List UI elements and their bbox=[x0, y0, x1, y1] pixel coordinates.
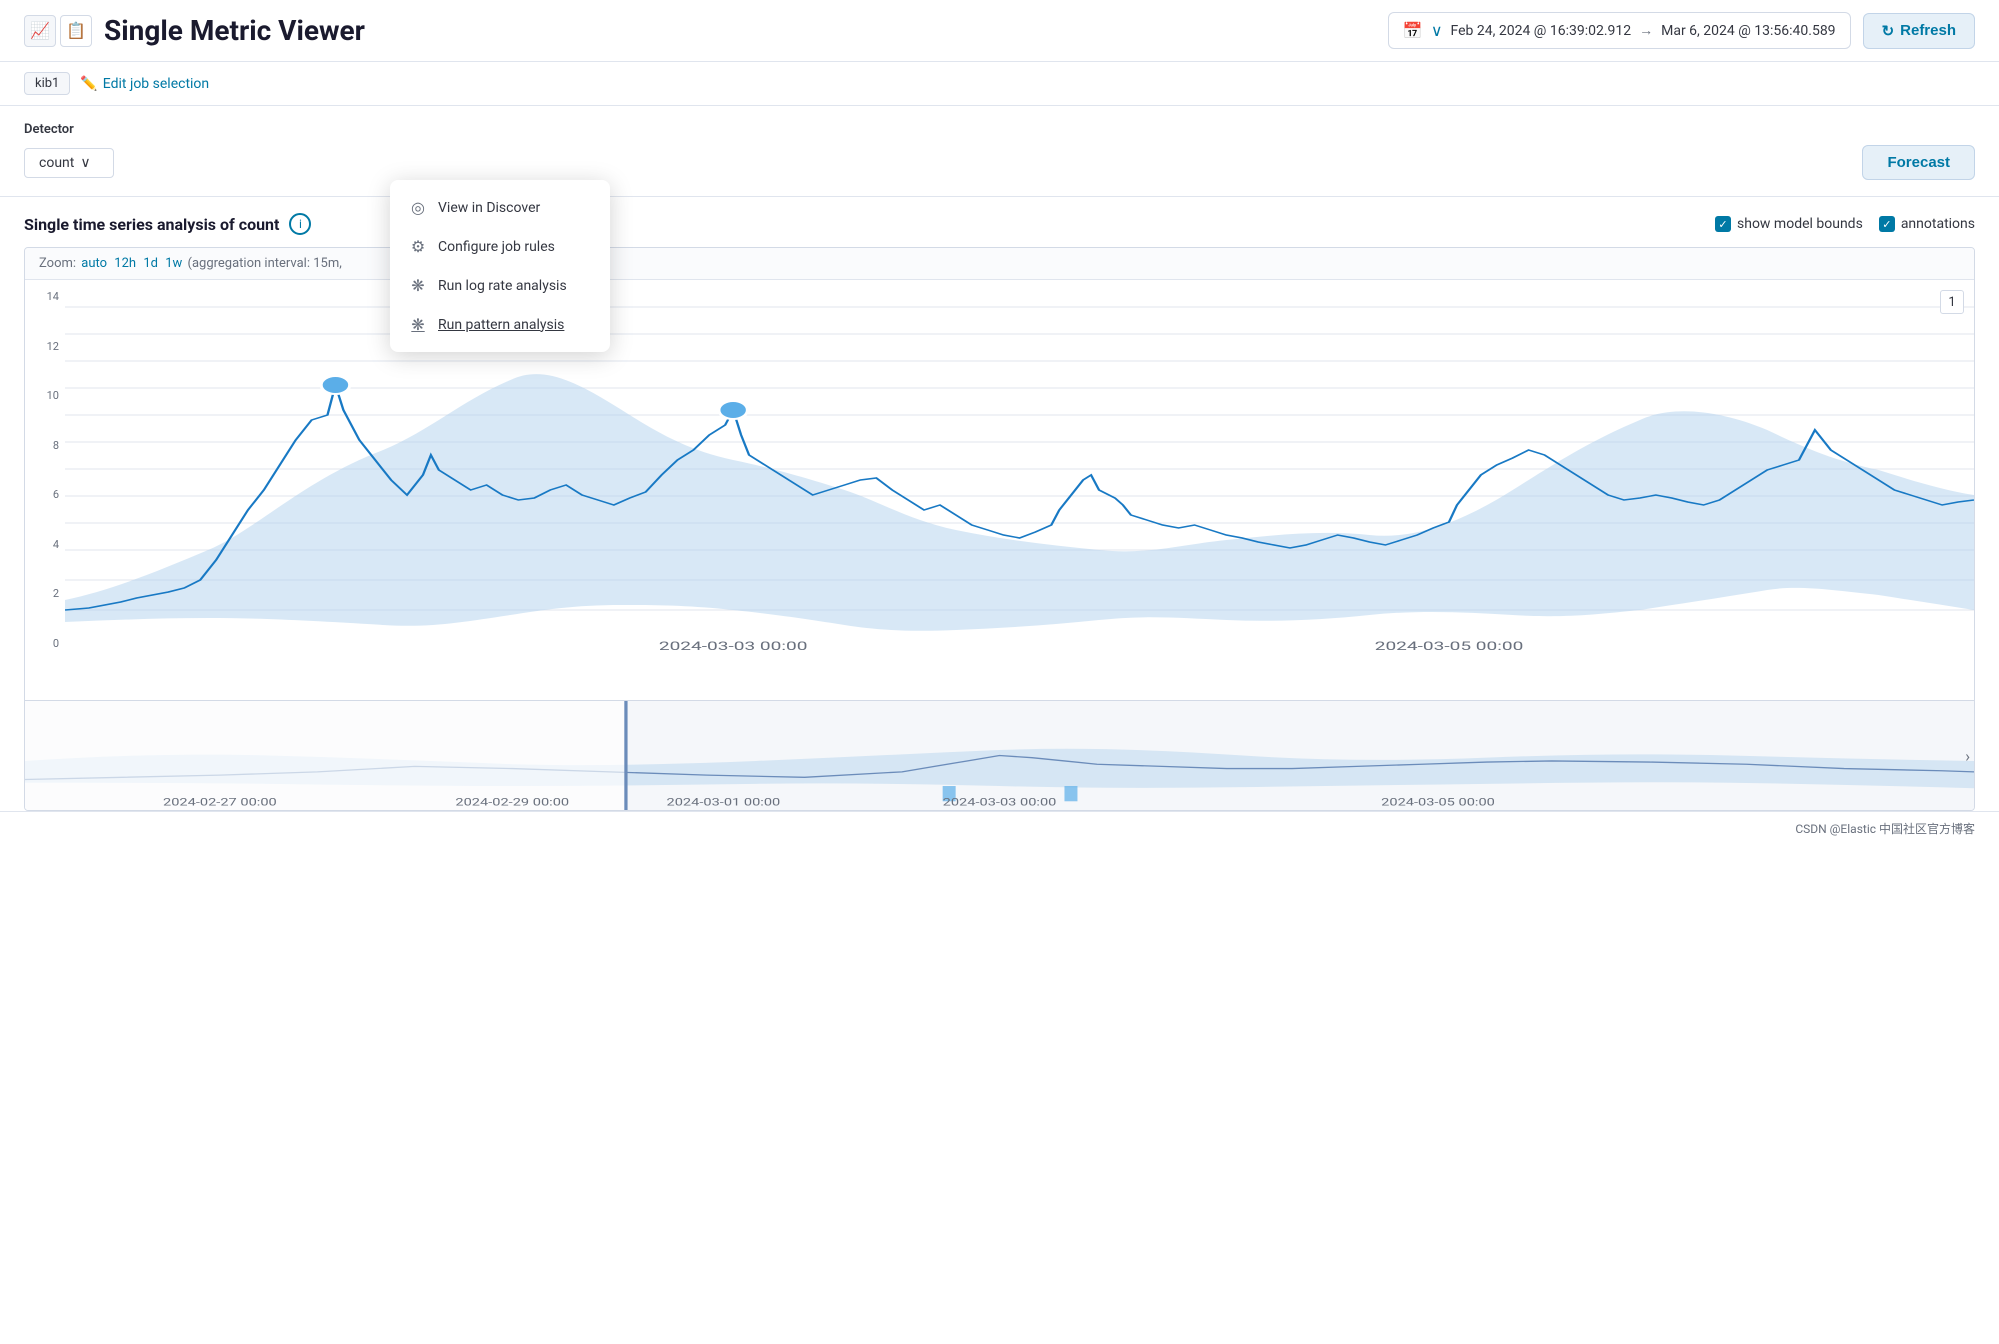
date-arrow: → bbox=[1639, 22, 1653, 39]
y-label-0: 0 bbox=[31, 637, 59, 650]
minimap-scroll-right[interactable]: › bbox=[1965, 746, 1970, 765]
show-model-bounds-label: show model bounds bbox=[1737, 216, 1863, 232]
svg-text:2024-02-29 00:00: 2024-02-29 00:00 bbox=[455, 797, 569, 809]
controls-bar: Detector count ∨ Forecast bbox=[0, 106, 1999, 197]
breadcrumb-bar: kib1 ✏️ Edit job selection bbox=[0, 62, 1999, 106]
context-menu-label-configure-rules: Configure job rules bbox=[438, 239, 555, 255]
info-icon[interactable]: i bbox=[289, 213, 311, 235]
y-axis: 14 12 10 8 6 4 2 0 bbox=[25, 280, 65, 660]
svg-text:2024-03-05 00:00: 2024-03-05 00:00 bbox=[1381, 797, 1495, 809]
context-menu-label-view-discover: View in Discover bbox=[438, 200, 540, 216]
pattern-icon: ❋ bbox=[408, 315, 428, 334]
analysis-section: Single time series analysis of count i ✓… bbox=[0, 197, 1999, 235]
svg-text:2024-02-27 00:00: 2024-02-27 00:00 bbox=[163, 797, 277, 809]
calendar-icon: 📅 bbox=[1403, 21, 1423, 40]
context-menu-item-log-rate[interactable]: ❋ Run log rate analysis bbox=[390, 266, 610, 305]
zoom-auto[interactable]: auto bbox=[81, 256, 107, 271]
refresh-icon: ↻ bbox=[1882, 22, 1895, 40]
chart-controls: ✓ show model bounds ✓ annotations bbox=[1715, 216, 1975, 232]
anomaly-badge: 1 bbox=[1940, 290, 1964, 314]
controls-row: count ∨ Forecast bbox=[24, 145, 1975, 180]
edit-job-selection[interactable]: ✏️ Edit job selection bbox=[80, 76, 209, 92]
header: 📈 📋 Single Metric Viewer 📅 ∨ Feb 24, 202… bbox=[0, 0, 1999, 62]
zoom-suffix: (aggregation interval: 15m, bbox=[188, 256, 342, 271]
analysis-title: Single time series analysis of count bbox=[24, 215, 279, 234]
configure-rules-icon: ⚙ bbox=[408, 237, 428, 256]
minimap-svg: 2024-02-27 00:00 2024-02-29 00:00 2024-0… bbox=[25, 701, 1974, 810]
kib-badge[interactable]: kib1 bbox=[24, 72, 70, 95]
context-menu-item-pattern[interactable]: ❋ Run pattern analysis bbox=[390, 305, 610, 344]
zoom-links[interactable]: auto 12h 1d 1w bbox=[79, 256, 187, 271]
forecast-button[interactable]: Forecast bbox=[1862, 145, 1975, 180]
main-chart: 14 12 10 8 6 4 2 0 bbox=[25, 280, 1974, 700]
show-model-bounds-checkbox[interactable]: ✓ show model bounds bbox=[1715, 216, 1863, 232]
svg-text:2024-03-03 00:00: 2024-03-03 00:00 bbox=[943, 797, 1057, 809]
x-axis bbox=[65, 660, 1974, 700]
y-label-6: 6 bbox=[31, 488, 59, 501]
svg-text:2024-03-01 00:00: 2024-03-01 00:00 bbox=[667, 797, 781, 809]
context-menu: ◎ View in Discover ⚙ Configure job rules… bbox=[390, 180, 610, 352]
zoom-1d[interactable]: 1d bbox=[143, 256, 158, 271]
header-left: 📈 📋 Single Metric Viewer bbox=[24, 14, 365, 47]
main-chart-svg: 2024-03-03 00:00 2024-03-05 00:00 bbox=[65, 280, 1974, 660]
show-model-bounds-check: ✓ bbox=[1715, 216, 1731, 232]
detector-label: Detector bbox=[24, 122, 1975, 137]
date-range-picker[interactable]: 📅 ∨ Feb 24, 2024 @ 16:39:02.912 → Mar 6,… bbox=[1388, 12, 1851, 49]
refresh-button[interactable]: ↻ Refresh bbox=[1863, 13, 1975, 49]
annotations-checkmark-icon: ✓ bbox=[1882, 218, 1891, 231]
minimap-area[interactable]: 2024-02-27 00:00 2024-02-29 00:00 2024-0… bbox=[25, 700, 1974, 810]
count-value: count bbox=[39, 155, 74, 171]
date-from: Feb 24, 2024 @ 16:39:02.912 bbox=[1451, 23, 1632, 39]
annotations-checkbox[interactable]: ✓ annotations bbox=[1879, 216, 1975, 232]
table-view-icon[interactable]: 📋 bbox=[60, 15, 92, 47]
header-right: 📅 ∨ Feb 24, 2024 @ 16:39:02.912 → Mar 6,… bbox=[1388, 12, 1975, 49]
annotations-check: ✓ bbox=[1879, 216, 1895, 232]
view-discover-icon: ◎ bbox=[408, 198, 428, 217]
count-chevron-icon: ∨ bbox=[80, 155, 90, 171]
header-icons: 📈 📋 bbox=[24, 15, 92, 47]
svg-text:2024-03-03 00:00: 2024-03-03 00:00 bbox=[659, 639, 808, 653]
chart-view-icon[interactable]: 📈 bbox=[24, 15, 56, 47]
context-menu-item-configure-rules[interactable]: ⚙ Configure job rules bbox=[390, 227, 610, 266]
chart-zoom: Zoom: auto 12h 1d 1w (aggregation interv… bbox=[25, 248, 1974, 280]
footer-text: CSDN @Elastic 中国社区官方博客 bbox=[1795, 822, 1975, 836]
date-to: Mar 6, 2024 @ 13:56:40.589 bbox=[1661, 23, 1835, 39]
edit-job-label: Edit job selection bbox=[103, 76, 209, 92]
refresh-label: Refresh bbox=[1900, 22, 1956, 39]
count-detector-select[interactable]: count ∨ bbox=[24, 148, 114, 178]
context-menu-label-pattern: Run pattern analysis bbox=[438, 317, 564, 333]
page-title: Single Metric Viewer bbox=[104, 14, 365, 47]
zoom-12h[interactable]: 12h bbox=[114, 256, 136, 271]
footer: CSDN @Elastic 中国社区官方博客 bbox=[0, 811, 1999, 845]
edit-icon: ✏️ bbox=[80, 76, 97, 92]
context-menu-item-view-discover[interactable]: ◎ View in Discover bbox=[390, 188, 610, 227]
annotations-label: annotations bbox=[1901, 216, 1975, 232]
y-label-10: 10 bbox=[31, 389, 59, 402]
chart-area: Zoom: auto 12h 1d 1w (aggregation interv… bbox=[24, 247, 1975, 811]
zoom-label: Zoom: bbox=[39, 256, 76, 271]
chart-inner: 2024-03-03 00:00 2024-03-05 00:00 1 bbox=[65, 280, 1974, 660]
y-label-8: 8 bbox=[31, 439, 59, 452]
context-menu-label-log-rate: Run log rate analysis bbox=[438, 278, 567, 294]
zoom-1w[interactable]: 1w bbox=[165, 256, 182, 271]
date-dropdown-icon: ∨ bbox=[1431, 21, 1443, 40]
svg-text:2024-03-05 00:00: 2024-03-05 00:00 bbox=[1375, 639, 1524, 653]
y-label-12: 12 bbox=[31, 340, 59, 353]
log-rate-icon: ❋ bbox=[408, 276, 428, 295]
checkmark-icon: ✓ bbox=[1718, 218, 1727, 231]
analysis-header: Single time series analysis of count i ✓… bbox=[24, 213, 1975, 235]
y-label-2: 2 bbox=[31, 587, 59, 600]
y-label-4: 4 bbox=[31, 538, 59, 551]
y-label-14: 14 bbox=[31, 290, 59, 303]
